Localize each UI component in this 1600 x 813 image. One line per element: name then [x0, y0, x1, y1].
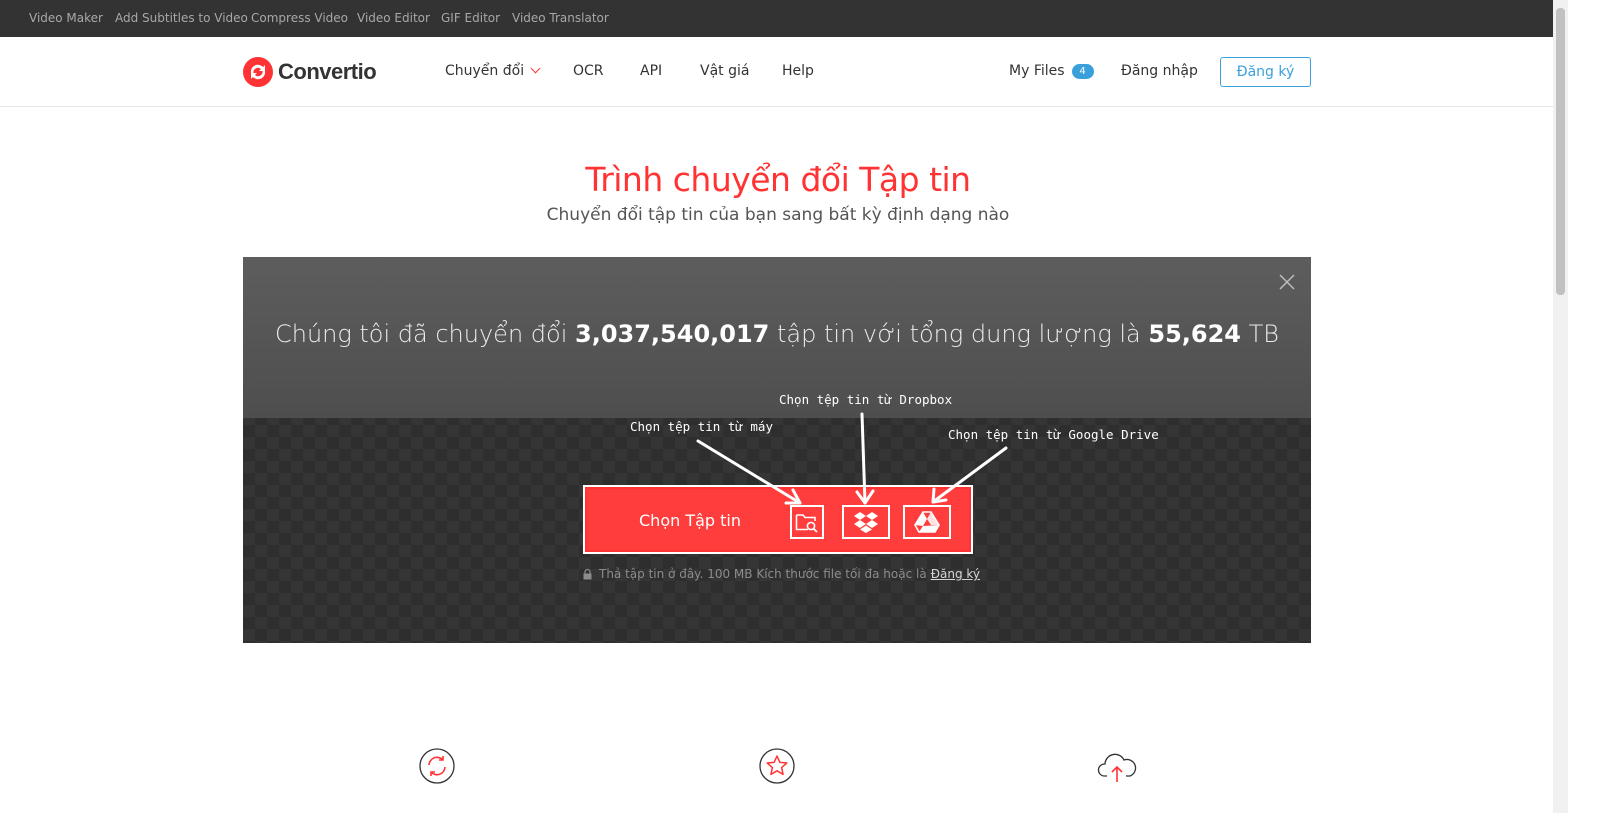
nav-api[interactable]: API: [640, 63, 662, 79]
topbar-link-add-subtitles[interactable]: Add Subtitles to Video: [115, 11, 248, 25]
google-drive-icon: [914, 511, 940, 533]
star-icon: [759, 748, 795, 784]
convertio-logo-icon: [243, 57, 273, 87]
topbar-link-video-editor[interactable]: Video Editor: [357, 11, 430, 25]
vertical-scrollbar[interactable]: [1553, 0, 1568, 813]
nav-pricing[interactable]: Vật giá: [700, 63, 749, 79]
top-tools-bar: Video Maker Add Subtitles to Video Compr…: [0, 0, 1568, 37]
my-files-label: My Files: [1009, 63, 1065, 79]
topbar-link-gif-editor[interactable]: GIF Editor: [441, 11, 500, 25]
page-subtitle: Chuyển đổi tập tin của bạn sang bất kỳ đ…: [546, 205, 1010, 225]
stats-prefix: Chúng tôi đã chuyển đổi: [274, 320, 568, 348]
scrollbar-thumb[interactable]: [1556, 8, 1565, 295]
stats-files-count: 3,037,540,017: [575, 320, 770, 348]
my-files-count-badge: 4: [1071, 63, 1094, 79]
login-link[interactable]: Đăng nhập: [1121, 63, 1198, 79]
file-converter-dropzone[interactable]: Chúng tôi đã chuyển đổi 3,037,540,017 tậ…: [243, 257, 1311, 643]
annotation-from-computer: Chọn tệp tin từ máy: [630, 419, 773, 434]
site-header: Convertio Chuyển đổi OCR API Vật giá Hel…: [0, 37, 1568, 107]
conversion-stats: Chúng tôi đã chuyển đổi 3,037,540,017 tậ…: [243, 320, 1311, 348]
choose-file-button[interactable]: Chọn Tập tin: [583, 485, 973, 554]
refresh-icon: [419, 748, 455, 784]
from-google-drive-button[interactable]: [903, 505, 951, 539]
signup-button[interactable]: Đăng ký: [1220, 57, 1311, 87]
choose-file-label: Chọn Tập tin: [639, 511, 742, 530]
annotation-from-gdrive: Chọn tệp tin từ Google Drive: [948, 427, 1159, 442]
stats-total-size: 55,624: [1148, 320, 1241, 348]
choose-file-inner: Chọn Tập tin: [587, 489, 969, 550]
lock-icon: [583, 568, 592, 579]
nav-convert[interactable]: Chuyển đổi: [445, 63, 541, 79]
topbar-link-video-maker[interactable]: Video Maker: [29, 11, 103, 25]
nav-ocr[interactable]: OCR: [573, 63, 604, 79]
topbar-link-video-translator[interactable]: Video Translator: [512, 11, 609, 25]
from-dropbox-button[interactable]: [842, 505, 890, 539]
right-gutter: [1568, 0, 1600, 813]
page-title: Trình chuyển đổi Tập tin: [585, 160, 971, 199]
stats-middle: tập tin với tổng dung lượng là: [777, 320, 1141, 348]
my-files-link[interactable]: My Files 4: [1009, 63, 1094, 79]
annotation-from-dropbox: Chọn tệp tin từ Dropbox: [779, 392, 953, 407]
drop-note-text: Thả tập tin ở đây. 100 MB Kích thước fil…: [599, 567, 927, 581]
stats-banner: Chúng tôi đã chuyển đổi 3,037,540,017 tậ…: [243, 257, 1311, 418]
brand-name: Convertio: [278, 59, 377, 84]
topbar-link-compress-video[interactable]: Compress Video: [251, 11, 348, 25]
chevron-down-icon: [530, 63, 541, 74]
folder-search-icon: [795, 514, 818, 533]
drop-note-signup-link[interactable]: Đăng ký: [931, 567, 980, 581]
nav-help[interactable]: Help: [782, 63, 814, 79]
brand-logo[interactable]: Convertio: [243, 57, 377, 87]
cloud-upload-icon: [1097, 753, 1137, 782]
nav-convert-label: Chuyển đổi: [445, 63, 525, 79]
from-computer-button[interactable]: [790, 505, 824, 539]
close-icon[interactable]: [1278, 273, 1296, 291]
stats-unit: TB: [1248, 320, 1280, 348]
drop-files-note: Thả tập tin ở đây. 100 MB Kích thước fil…: [583, 567, 980, 581]
dropbox-icon: [854, 512, 878, 533]
